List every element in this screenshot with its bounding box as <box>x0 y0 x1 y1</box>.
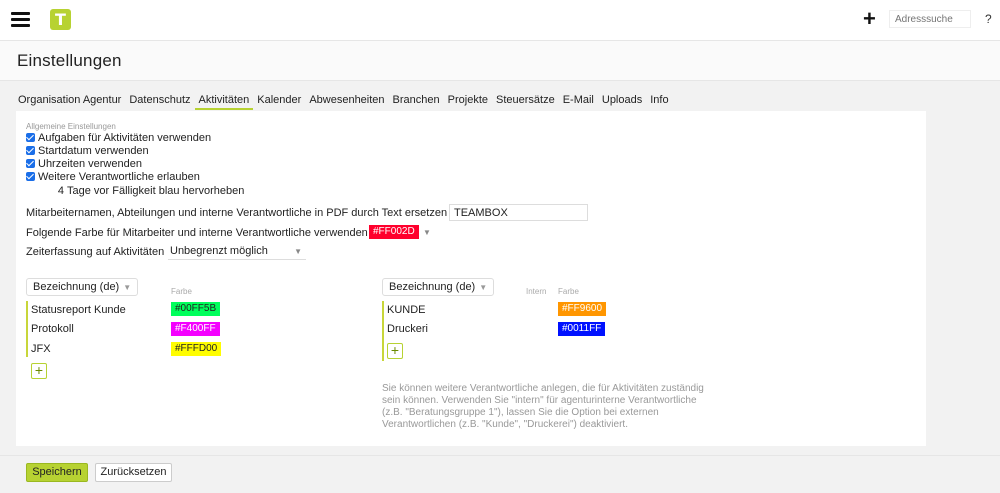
save-button[interactable]: Speichern <box>26 463 88 482</box>
tab-uploads[interactable]: Uploads <box>598 93 646 110</box>
checkbox[interactable] <box>26 133 35 142</box>
color-swatch[interactable]: #0011FF <box>558 322 606 336</box>
color-swatch[interactable]: #00FF5B <box>171 302 221 316</box>
list-bar <box>26 301 28 357</box>
days-label: Tage vor Fälligkeit blau hervorheben <box>67 185 245 197</box>
tab-projekte[interactable]: Projekte <box>444 93 492 110</box>
checkbox-row[interactable]: Weitere Verantwortliche erlauben <box>26 170 200 183</box>
days-setting: 4 Tage vor Fälligkeit blau hervorheben <box>54 185 244 197</box>
color-swatch[interactable]: #FFFD00 <box>171 342 222 356</box>
pdf-replacement-input[interactable] <box>449 204 588 221</box>
list-item-name[interactable]: Statusreport Kunde <box>31 304 126 316</box>
menu-icon[interactable] <box>11 12 30 27</box>
title-area: Einstellungen <box>0 40 1000 81</box>
checkbox-label: Weitere Verantwortliche erlauben <box>38 170 200 183</box>
chevron-down-icon: ▼ <box>479 283 488 292</box>
add-icon[interactable]: + <box>863 8 876 30</box>
add-row-button[interactable]: + <box>31 363 47 379</box>
checkbox-row[interactable]: Uhrzeiten verwenden <box>26 157 142 170</box>
help-icon[interactable]: ? <box>985 12 992 26</box>
list-item-name[interactable]: JFX <box>31 343 51 355</box>
chevron-down-icon: ▼ <box>294 247 302 256</box>
checkbox-row[interactable]: Startdatum verwenden <box>26 144 149 157</box>
tab-bar: Organisation Agentur Datenschutz Aktivit… <box>14 93 673 110</box>
add-row-button[interactable]: + <box>387 343 403 359</box>
checkbox[interactable] <box>26 172 35 181</box>
help-text: Sie können weitere Verantwortliche anleg… <box>382 383 704 430</box>
checkbox-label: Startdatum verwenden <box>38 144 149 157</box>
dropdown-value: Bezeichnung (de) <box>33 281 120 293</box>
chevron-down-icon: ▼ <box>123 283 132 292</box>
checkbox[interactable] <box>26 159 35 168</box>
color-picker[interactable]: #FF002D <box>369 225 419 239</box>
tab-aktivitaeten[interactable]: Aktivitäten <box>194 93 254 110</box>
list-item-name[interactable]: KUNDE <box>387 304 426 316</box>
days-input[interactable]: 4 <box>54 185 64 197</box>
time-tracking-label: Zeiterfassung auf Aktivitäten <box>26 246 165 258</box>
tab-abwesenheiten[interactable]: Abwesenheiten <box>305 93 388 110</box>
color-label: Folgende Farbe für Mitarbeiter und inter… <box>26 227 368 239</box>
address-search-input[interactable] <box>889 10 971 28</box>
left-label-dropdown[interactable]: Bezeichnung (de) ▼ <box>26 278 139 296</box>
section-label: Allgemeine Einstellungen <box>26 122 116 131</box>
color-swatch[interactable]: #FF9600 <box>558 302 607 316</box>
checkbox-row[interactable]: Aufgaben für Aktivitäten verwenden <box>26 131 211 144</box>
page-title: Einstellungen <box>17 51 122 70</box>
pdf-label: Mitarbeiternamen, Abteilungen und intern… <box>26 207 448 219</box>
tab-organisation-agentur[interactable]: Organisation Agentur <box>14 93 125 110</box>
time-tracking-select[interactable]: Unbegrenzt möglich ▼ <box>168 243 306 260</box>
app-logo[interactable]: T <box>50 9 71 30</box>
intern-column-header: Intern <box>526 287 547 296</box>
color-column-header: Farbe <box>171 287 192 296</box>
chevron-down-icon[interactable]: ▼ <box>423 228 431 237</box>
list-item-name[interactable]: Protokoll <box>31 323 74 335</box>
right-label-dropdown[interactable]: Bezeichnung (de) ▼ <box>382 278 495 296</box>
tab-datenschutz[interactable]: Datenschutz <box>125 93 194 110</box>
color-column-header: Farbe <box>558 287 579 296</box>
tab-branchen[interactable]: Branchen <box>389 93 444 110</box>
top-bar <box>0 0 1000 40</box>
tab-info[interactable]: Info <box>646 93 672 110</box>
select-value: Unbegrenzt möglich <box>170 245 268 257</box>
color-swatch[interactable]: #F400FF <box>171 322 220 336</box>
checkbox-label: Uhrzeiten verwenden <box>38 157 142 170</box>
dropdown-value: Bezeichnung (de) <box>389 281 476 293</box>
tab-steuersaetze[interactable]: Steuersätze <box>492 93 559 110</box>
list-item-name[interactable]: Druckeri <box>387 323 428 335</box>
tab-kalender[interactable]: Kalender <box>253 93 305 110</box>
checkbox-label: Aufgaben für Aktivitäten verwenden <box>38 131 212 144</box>
list-bar <box>382 301 384 361</box>
reset-button[interactable]: Zurücksetzen <box>95 463 172 482</box>
checkbox[interactable] <box>26 146 35 155</box>
tab-email[interactable]: E-Mail <box>559 93 598 110</box>
